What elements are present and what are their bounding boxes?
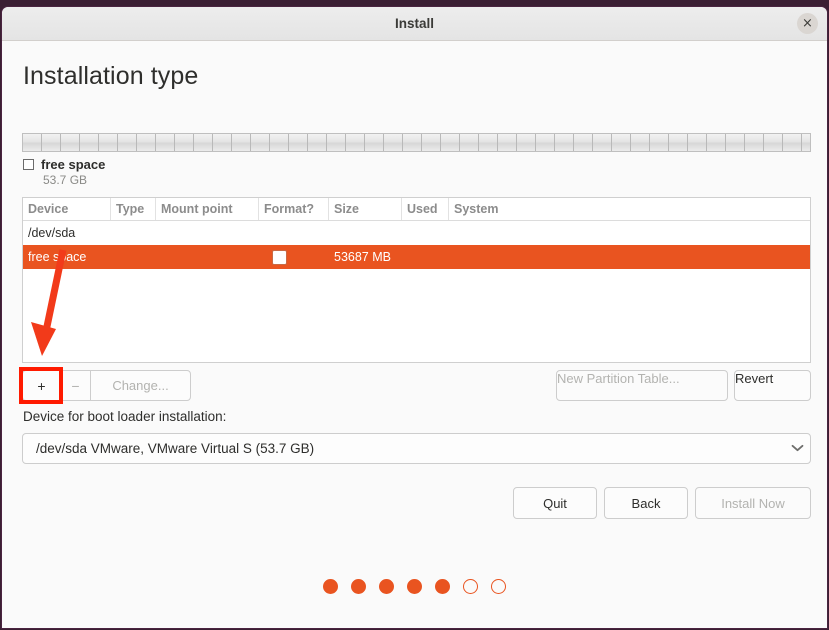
progress-dots <box>2 579 827 594</box>
row-format <box>259 245 329 269</box>
partition-table[interactable]: Device Type Mount point Format? Size Use… <box>22 197 811 363</box>
row-type <box>111 245 156 269</box>
progress-dot <box>323 579 338 594</box>
install-window: Install × Installation type free space 5… <box>1 6 828 629</box>
row-used <box>402 245 449 269</box>
column-header-used: Used <box>402 198 449 220</box>
legend-row-free-space: free space <box>23 157 105 172</box>
table-row[interactable]: /dev/sda <box>23 221 810 245</box>
progress-dot <box>379 579 394 594</box>
title-bar: Install × <box>2 7 827 41</box>
row-size <box>329 221 402 245</box>
legend-label: free space <box>41 157 106 172</box>
progress-dot <box>407 579 422 594</box>
column-header-format: Format? <box>259 198 329 220</box>
new-partition-table-button[interactable]: New Partition Table... <box>556 370 728 401</box>
column-header-size: Size <box>329 198 402 220</box>
install-now-button[interactable]: Install Now <box>695 487 811 519</box>
bootloader-selected-value: /dev/sda VMware, VMware Virtual S (53.7 … <box>36 441 315 456</box>
legend-swatch-icon <box>23 159 34 170</box>
row-used <box>402 221 449 245</box>
column-header-device: Device <box>23 198 111 220</box>
add-partition-button[interactable]: + <box>22 370 60 401</box>
page-title: Installation type <box>23 62 199 90</box>
bootloader-device-select[interactable]: /dev/sda VMware, VMware Virtual S (53.7 … <box>22 433 811 464</box>
chevron-down-icon <box>784 442 810 455</box>
row-format <box>259 221 329 245</box>
column-header-system: System <box>454 202 499 216</box>
table-row[interactable]: free space 53687 MB <box>23 245 810 269</box>
bootloader-label: Device for boot loader installation: <box>23 409 227 424</box>
progress-dot <box>435 579 450 594</box>
back-button[interactable]: Back <box>604 487 688 519</box>
legend-size: 53.7 GB <box>43 173 88 187</box>
column-header-mount-point: Mount point <box>156 198 259 220</box>
change-partition-button[interactable]: Change... <box>90 370 191 401</box>
disk-usage-bar-ticks <box>23 134 810 151</box>
disk-legend: free space 53.7 GB <box>23 157 105 187</box>
row-system <box>449 245 810 269</box>
row-device: free space <box>28 250 87 264</box>
quit-button[interactable]: Quit <box>513 487 597 519</box>
row-device: /dev/sda <box>28 226 76 240</box>
partition-edit-controls: + − Change... <box>22 370 191 401</box>
row-size: 53687 MB <box>334 250 391 264</box>
progress-dot <box>351 579 366 594</box>
remove-partition-button[interactable]: − <box>60 370 90 401</box>
row-mount-point <box>156 245 259 269</box>
row-mount-point <box>156 221 259 245</box>
progress-dot <box>491 579 506 594</box>
row-system <box>449 221 810 245</box>
row-type <box>111 221 156 245</box>
close-icon[interactable]: × <box>797 13 818 34</box>
progress-dot <box>463 579 478 594</box>
disk-usage-bar <box>22 133 811 152</box>
column-header-type: Type <box>111 198 156 220</box>
partition-table-header: Device Type Mount point Format? Size Use… <box>23 198 810 221</box>
window-title: Install <box>394 16 434 31</box>
revert-button[interactable]: Revert <box>734 370 811 401</box>
row-format-checkbox[interactable] <box>272 249 287 265</box>
